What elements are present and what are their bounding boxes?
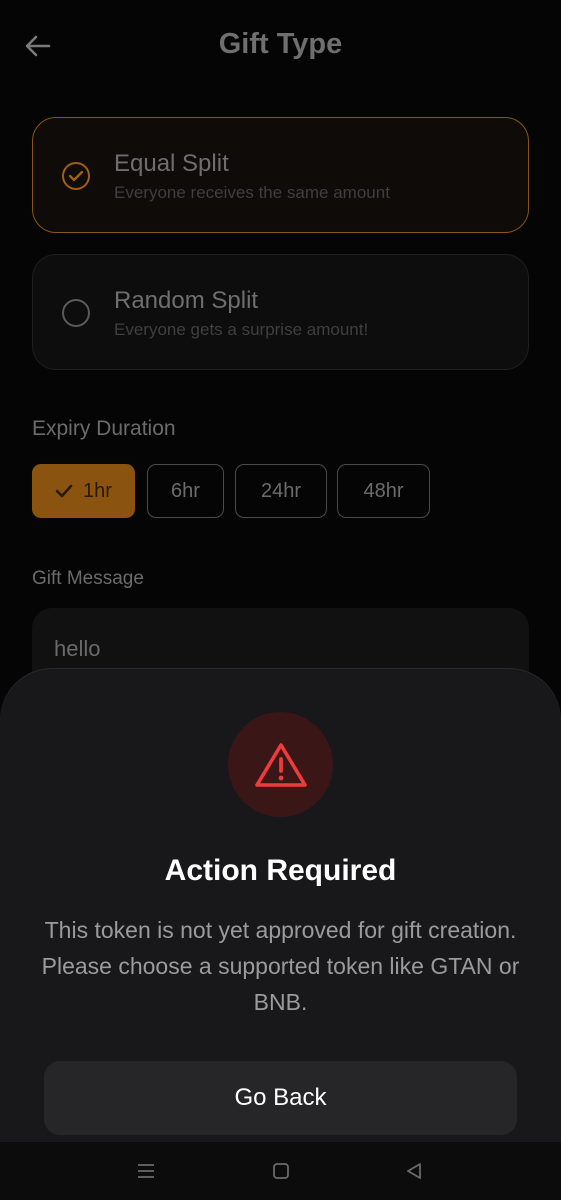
option-title: Random Split: [114, 287, 259, 314]
option-title: Equal Split: [114, 150, 229, 177]
square-icon: [273, 1163, 289, 1179]
expiry-chip-1hr[interactable]: 1hr: [32, 464, 135, 518]
nav-back-button[interactable]: [399, 1156, 429, 1186]
dialog-title: Action Required: [164, 854, 397, 887]
radio-checked[interactable]: [62, 162, 90, 190]
gift-message-label: Gift Message: [32, 568, 144, 589]
dialog-message: This token is not yet approved for gift …: [41, 917, 520, 1015]
radio-unchecked[interactable]: [62, 299, 90, 327]
go-back-button[interactable]: Go Back: [44, 1061, 517, 1135]
chip-label: 24hr: [260, 479, 302, 502]
home-button[interactable]: [266, 1156, 296, 1186]
expiry-chip-6hr[interactable]: 6hr: [147, 464, 224, 518]
warning-triangle-icon: [254, 742, 307, 787]
gift-type-option-equal-split[interactable]: Equal Split Everyone receives the same a…: [32, 117, 529, 233]
expiry-duration-label: Expiry Duration: [32, 417, 176, 440]
recent-apps-button[interactable]: [131, 1156, 161, 1186]
go-back-label: Go Back: [234, 1084, 327, 1111]
chip-label: 48hr: [363, 479, 404, 502]
chip-label: 6hr: [171, 479, 200, 502]
check-icon: [55, 484, 73, 498]
option-subtitle: Everyone receives the same amount: [114, 183, 390, 202]
gift-message-value: hello: [54, 636, 101, 661]
chip-label: 1hr: [83, 479, 112, 502]
page-title: Gift Type: [218, 28, 343, 60]
header: Gift Type: [0, 0, 561, 95]
check-icon: [68, 170, 84, 182]
expiry-chip-24hr[interactable]: 24hr: [235, 464, 327, 518]
gift-type-option-random-split[interactable]: Random Split Everyone gets a surprise am…: [32, 254, 529, 370]
triangle-back-icon: [407, 1163, 421, 1179]
gift-type-screen: Gift Type Equal Split Everyone receives …: [0, 0, 561, 1200]
expiry-chip-48hr[interactable]: 48hr: [337, 464, 430, 518]
option-subtitle: Everyone gets a surprise amount!: [114, 320, 369, 339]
warning-badge: [228, 712, 333, 817]
menu-icon: [138, 1164, 154, 1178]
system-nav-bar: [0, 1142, 561, 1200]
